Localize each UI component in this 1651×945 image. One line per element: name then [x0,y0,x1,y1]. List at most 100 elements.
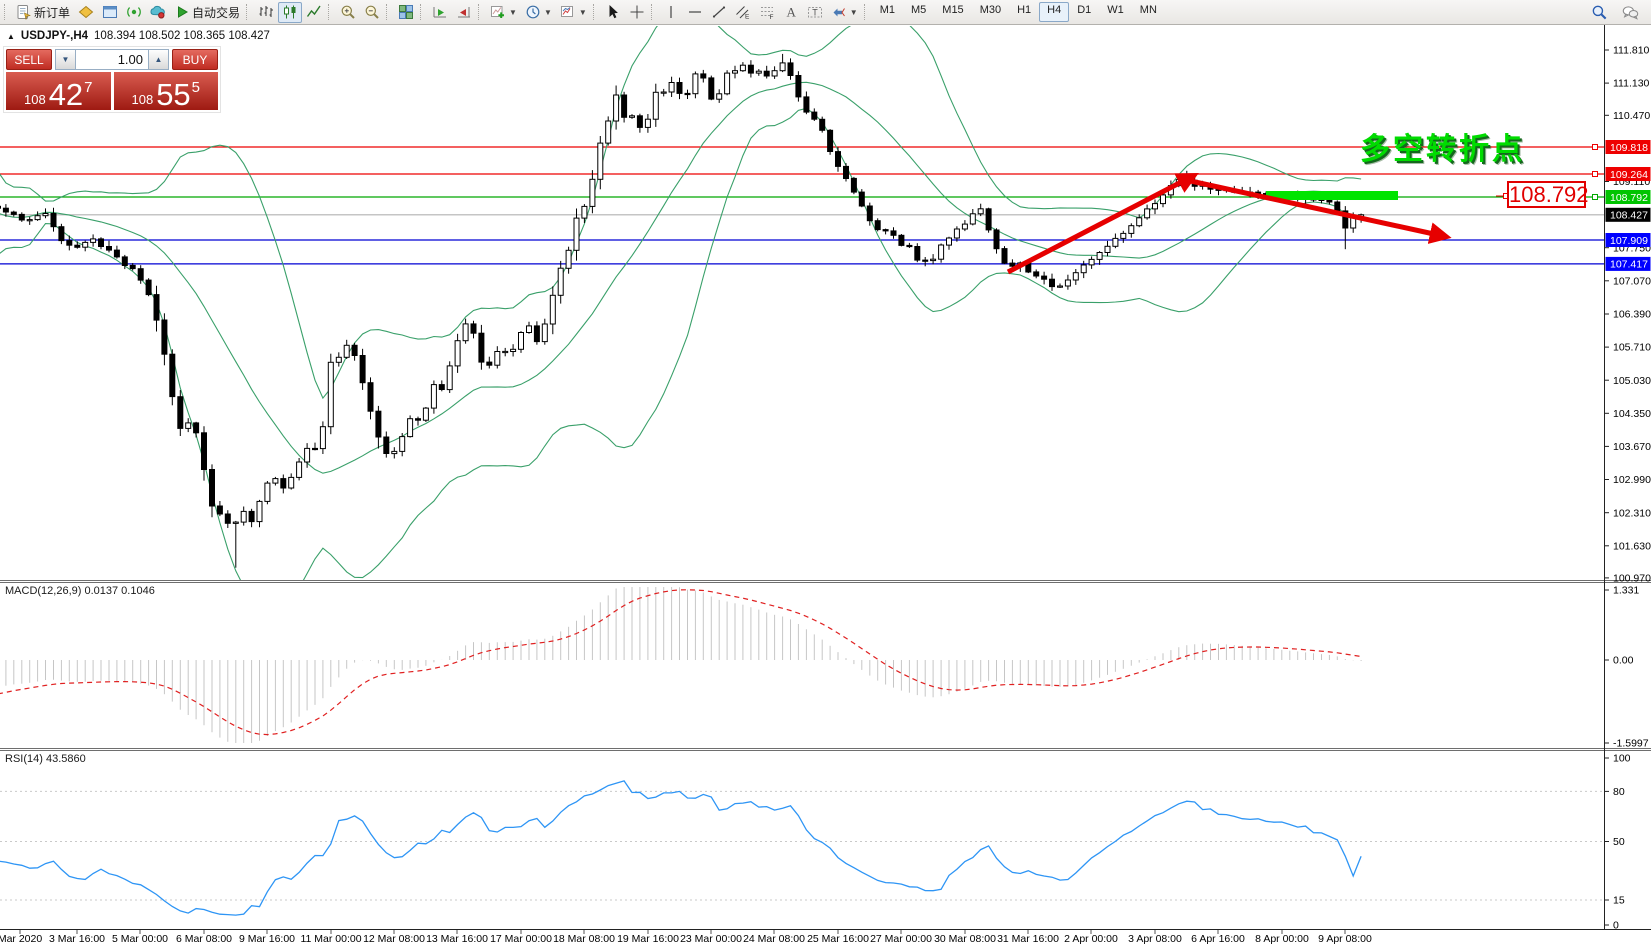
zoom-in-button[interactable] [336,2,360,23]
svg-text:30 Mar 08:00: 30 Mar 08:00 [934,933,996,945]
volume-down-button[interactable]: ▼ [55,49,76,70]
chart-shift-button[interactable] [452,2,476,23]
volume-input[interactable] [76,49,148,70]
timeframe-D1[interactable]: D1 [1069,2,1099,22]
timeframe-MN[interactable]: MN [1132,2,1165,22]
sell-price-box[interactable]: 108427 [6,72,111,110]
line-chart-button[interactable] [302,2,326,23]
chevron-down-icon[interactable]: ▼ [509,8,517,17]
toolbar: 新订单 自动交易 ▼ ▼ ▼ EFA T ▼ M1M5M15M30H1H4D1W1MN [0,0,1651,25]
svg-text:109.264: 109.264 [1610,169,1648,181]
equidistant-channel-button[interactable]: E [731,2,755,23]
zoom-out-button[interactable] [360,2,384,23]
text-button[interactable]: A [779,2,803,23]
collapse-arrow-icon[interactable]: ▲ [7,32,15,41]
auto-scroll-button[interactable] [428,2,452,23]
timeframe-M1[interactable]: M1 [872,2,903,22]
svg-text:110.470: 110.470 [1613,110,1650,122]
price-callout-box: 108.792 [1507,181,1586,208]
chevron-down-icon[interactable]: ▼ [544,8,552,17]
volume-up-button[interactable]: ▲ [148,49,169,70]
toolbar-grip [478,4,483,20]
new-order-label: 新订单 [34,4,70,21]
sell-price-base: 108 [24,93,46,107]
symbol-info: ▲ USDJPY-,H4 108.394 108.502 108.365 108… [7,30,270,42]
svg-text:107.070: 107.070 [1613,275,1651,287]
arrows-icon [831,4,847,20]
templates-button[interactable]: ▼ [556,2,591,23]
toolbar-grip [593,4,598,20]
candle-chart-button[interactable] [278,2,302,23]
market-watch-icon [150,4,166,20]
market-watch-button[interactable] [146,2,170,23]
trend-line-button[interactable] [707,2,731,23]
toolbar-grip [651,4,656,20]
svg-text:111.810: 111.810 [1613,45,1650,57]
crosshair-button[interactable] [625,2,649,23]
svg-text:3 Apr 08:00: 3 Apr 08:00 [1128,933,1182,945]
horizontal-line-button[interactable] [683,2,707,23]
svg-text:19 Mar 16:00: 19 Mar 16:00 [617,933,679,945]
buy-price-point: 5 [192,79,200,96]
svg-text:17 Mar 00:00: 17 Mar 00:00 [490,933,552,945]
chevron-down-icon[interactable]: ▼ [850,8,858,17]
equidistant-channel-icon: E [735,4,751,20]
svg-text:T: T [812,8,818,18]
svg-text:9 Apr 08:00: 9 Apr 08:00 [1318,933,1372,945]
chevron-down-icon[interactable]: ▼ [579,8,587,17]
periods-button[interactable]: ▼ [521,2,556,23]
sell-button[interactable]: SELL [6,49,52,70]
arrows-button[interactable]: ▼ [827,2,862,23]
svg-text:104.350: 104.350 [1613,408,1651,420]
sell-price-point: 7 [84,79,92,96]
new-order-button[interactable]: 新订单 [12,2,74,23]
svg-text:108.427: 108.427 [1610,210,1648,222]
vertical-line-button[interactable] [659,2,683,23]
svg-text:12 Mar 08:00: 12 Mar 08:00 [363,933,425,945]
chat-icon [1622,4,1639,21]
svg-text:9 Mar 16:00: 9 Mar 16:00 [239,933,295,945]
indicators-icon [490,4,506,20]
timeframe-H1[interactable]: H1 [1009,2,1039,22]
timeframe-H4[interactable]: H4 [1039,2,1069,22]
auto-scroll-icon [432,4,448,20]
svg-text:106.390: 106.390 [1613,309,1651,321]
timeframe-M30[interactable]: M30 [972,2,1009,22]
tile-windows-icon [398,4,414,20]
bar-chart-button[interactable] [254,2,278,23]
svg-text:107.909: 107.909 [1610,235,1648,247]
tile-windows-button[interactable] [394,2,418,23]
svg-text:80: 80 [1613,786,1625,798]
svg-text:Mar 2020: Mar 2020 [0,933,42,945]
signals-icon [126,4,142,20]
svg-text:23 Mar 00:00: 23 Mar 00:00 [680,933,742,945]
buy-price-base: 108 [131,93,153,107]
profiles-button[interactable] [98,2,122,23]
fibonacci-button[interactable]: F [755,2,779,23]
timeframe-M15[interactable]: M15 [934,2,971,22]
signals-button[interactable] [122,2,146,23]
buy-price-box[interactable]: 108555 [114,72,219,110]
cursor-icon [605,4,621,20]
text-icon: A [783,4,799,20]
search-icon [1591,4,1608,21]
svg-text:0.00: 0.00 [1613,655,1634,667]
timeframe-M5[interactable]: M5 [903,2,934,22]
indicators-button[interactable]: ▼ [486,2,521,23]
periods-icon [525,4,541,20]
toolbar-grip [420,4,425,20]
svg-text:105.710: 105.710 [1613,342,1651,354]
cursor-button[interactable] [601,2,625,23]
svg-text:25 Mar 16:00: 25 Mar 16:00 [807,933,869,945]
svg-text:24 Mar 08:00: 24 Mar 08:00 [743,933,805,945]
text-label-button[interactable]: T [803,2,827,23]
autotrading-button[interactable]: 自动交易 [170,2,244,23]
svg-text:11 Mar 00:00: 11 Mar 00:00 [300,933,361,945]
search-button[interactable] [1587,2,1612,23]
svg-text:109.818: 109.818 [1610,142,1648,154]
toolbar-grip [864,4,869,20]
buy-button[interactable]: BUY [172,49,218,70]
chat-button[interactable] [1618,2,1643,23]
charts-window-button[interactable] [74,2,98,23]
timeframe-W1[interactable]: W1 [1099,2,1132,22]
